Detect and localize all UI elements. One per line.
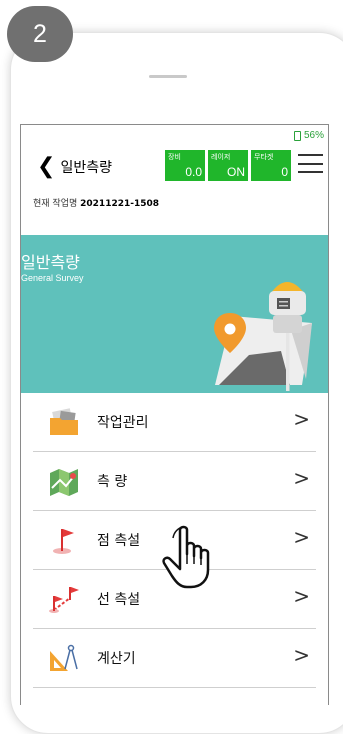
page-title: 일반측량 (60, 160, 112, 176)
menu-item-calculator[interactable]: 계산기 > (33, 629, 316, 688)
chevron-right-icon: > (293, 525, 310, 549)
chevron-left-icon: ❮ (37, 154, 56, 179)
status-reflectorless: 무타겟 0 (251, 150, 291, 181)
menu-item-label: 계산기 (97, 651, 136, 667)
status-label: 장비 (168, 154, 181, 161)
job-label: 현재 작업명 (33, 199, 78, 209)
banner-subtitle: General Survey (21, 273, 84, 283)
folder-icon (50, 408, 78, 435)
banner: 일반측량 General Survey (21, 235, 328, 393)
hand-pointer-icon (162, 525, 210, 589)
status-equipment: 장비 0.0 (165, 150, 205, 181)
back-button[interactable]: ❮ 일반측량 (37, 156, 112, 178)
app-header: ❮ 일반측량 장비 0.0 레이저 ON 무타겟 0 (21, 149, 328, 187)
phone-speaker (149, 75, 187, 78)
chevron-right-icon: > (293, 407, 310, 431)
job-name: 20211221-1508 (80, 199, 160, 209)
menu-item-label: 선 측설 (97, 592, 141, 608)
status-value: ON (227, 165, 245, 179)
status-label: 무타겟 (254, 154, 274, 161)
line-flag-icon (49, 587, 79, 613)
chevron-right-icon: > (293, 584, 310, 608)
menu-item-survey[interactable]: 측 량 > (33, 452, 316, 511)
battery-percent: 56% (303, 130, 324, 141)
battery-indicator: 56% (293, 130, 324, 141)
chevron-right-icon: > (293, 466, 310, 490)
status-value: 0 (281, 165, 288, 179)
battery-icon (293, 130, 301, 141)
ruler-compass-icon (50, 644, 78, 671)
chevron-right-icon: > (293, 643, 310, 667)
step-number: 2 (33, 19, 47, 48)
point-flag-icon (53, 529, 74, 554)
menu-item-label: 측 량 (97, 474, 128, 490)
hamburger-icon[interactable] (298, 154, 323, 173)
menu-item-label: 점 측설 (97, 533, 141, 549)
menu-item-job-management[interactable]: 작업관리 > (33, 393, 316, 452)
banner-title: 일반측량 (21, 253, 80, 272)
status-laser: 레이저 ON (208, 150, 248, 181)
current-job: 현재 작업명 20211221-1508 (33, 196, 159, 209)
map-icon (50, 469, 78, 496)
step-badge: 2 (7, 6, 73, 62)
status-value: 0.0 (185, 165, 202, 179)
app-screen: 56% ❮ 일반측량 장비 0.0 레이저 ON 무타겟 0 현재 작업명 20… (20, 124, 329, 705)
status-label: 레이저 (211, 154, 231, 161)
status-panel: 장비 0.0 레이저 ON 무타겟 0 (165, 150, 291, 181)
menu-item-label: 작업관리 (97, 415, 149, 431)
